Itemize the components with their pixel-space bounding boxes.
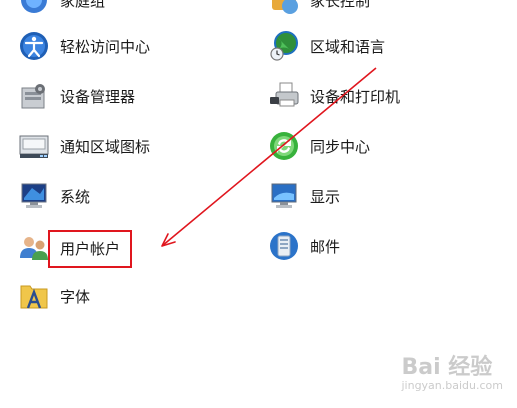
item-label: 设备管理器 bbox=[60, 87, 136, 106]
item-label: 同步中心 bbox=[310, 137, 371, 156]
control-panel-item-notification-area-icons[interactable]: 通知区域图标 bbox=[18, 128, 150, 164]
control-panel-item-ease-of-access[interactable]: 轻松访问中心 bbox=[18, 28, 150, 64]
control-panel-item-sync-center[interactable]: 同步中心 bbox=[268, 128, 370, 164]
control-panel-item-homegroup[interactable]: 家庭组 bbox=[18, 0, 105, 18]
notification-area-icon bbox=[18, 130, 50, 162]
item-label: 字体 bbox=[60, 287, 91, 306]
item-label: 通知区域图标 bbox=[60, 137, 151, 156]
sync-center-icon bbox=[268, 130, 300, 162]
highlight-box bbox=[48, 230, 132, 268]
control-panel-item-fonts[interactable]: 字体 bbox=[18, 278, 90, 314]
control-panel-item-mail[interactable]: 邮件 bbox=[268, 228, 340, 264]
item-label: 设备和打印机 bbox=[310, 87, 401, 106]
control-panel-item-region-language[interactable]: 区域和语言 bbox=[268, 28, 385, 64]
ease-of-access-icon bbox=[18, 30, 50, 62]
display-icon bbox=[268, 180, 300, 212]
user-accounts-icon bbox=[18, 232, 50, 264]
fonts-folder-icon bbox=[18, 280, 50, 312]
control-panel-item-display[interactable]: 显示 bbox=[268, 178, 340, 214]
control-panel-item-devices-printers[interactable]: 设备和打印机 bbox=[268, 78, 400, 114]
globe-clock-icon bbox=[268, 30, 300, 62]
item-label: 家庭组 bbox=[60, 0, 106, 10]
control-panel-item-parental-controls[interactable]: 家长控制 bbox=[268, 0, 370, 18]
control-panel-item-device-manager[interactable]: 设备管理器 bbox=[18, 78, 135, 114]
item-label: 显示 bbox=[310, 187, 341, 206]
homegroup-icon bbox=[18, 0, 50, 16]
baidu-watermark: Bai 经验 jingyan.baidu.com bbox=[401, 349, 503, 392]
mail-icon bbox=[268, 230, 300, 262]
device-manager-icon bbox=[18, 80, 50, 112]
item-label: 区域和语言 bbox=[310, 37, 386, 56]
item-label: 家长控制 bbox=[310, 0, 371, 10]
control-panel-item-system[interactable]: 系统 bbox=[18, 178, 90, 214]
item-label: 轻松访问中心 bbox=[60, 37, 151, 56]
item-label: 系统 bbox=[60, 187, 91, 206]
printer-icon bbox=[268, 80, 300, 112]
watermark-sub: jingyan.baidu.com bbox=[401, 379, 503, 392]
parental-controls-icon bbox=[268, 0, 300, 16]
system-icon bbox=[18, 180, 50, 212]
item-label: 邮件 bbox=[310, 237, 341, 256]
watermark-text: Bai 经验 bbox=[401, 355, 493, 380]
